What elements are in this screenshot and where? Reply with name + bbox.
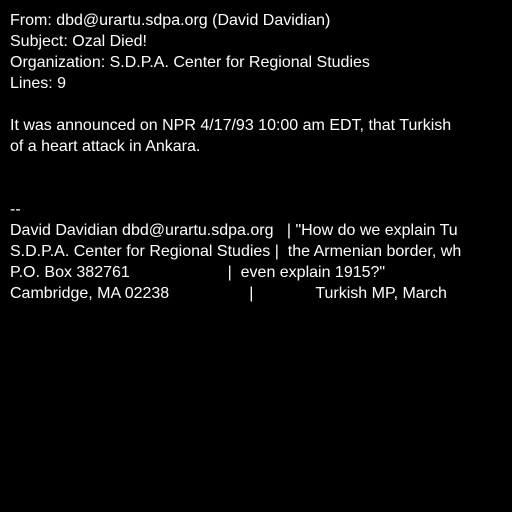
signature-line-1: David Davidian dbd@urartu.sdpa.org | "Ho… [10,222,458,239]
message-view: From: dbd@urartu.sdpa.org (David Davidia… [10,10,512,512]
header-lines: Lines: 9 [10,75,67,92]
signature-line-3: P.O. Box 382761 | even explain 1915?" [10,264,386,281]
signature-line-2: S.D.P.A. Center for Regional Studies | t… [10,243,462,260]
body-line-1: It was announced on NPR 4/17/93 10:00 am… [10,117,452,134]
signature-line-4: Cambridge, MA 02238 | Turkish MP, March [10,285,447,302]
body-line-2: of a heart attack in Ankara. [10,138,201,155]
header-subject: Subject: Ozal Died! [10,33,147,50]
signature-separator: -- [10,201,21,218]
header-organization: Organization: S.D.P.A. Center for Region… [10,54,370,71]
header-from: From: dbd@urartu.sdpa.org (David Davidia… [10,12,331,29]
